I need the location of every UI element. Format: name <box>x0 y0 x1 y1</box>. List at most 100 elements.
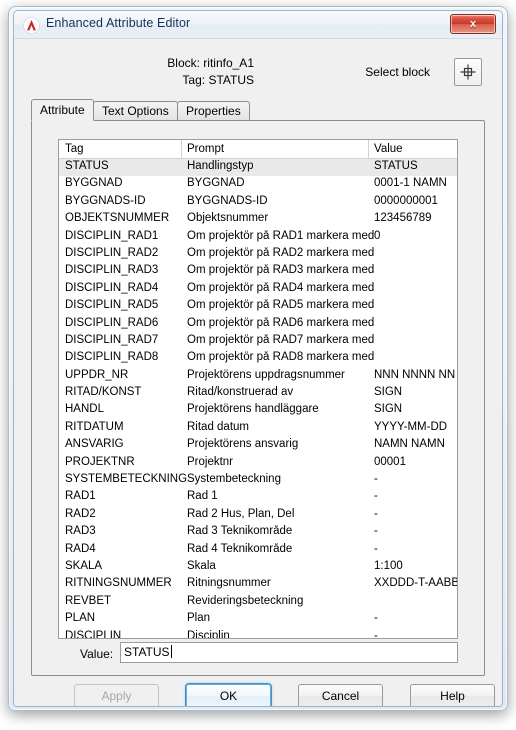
cell-value: - <box>374 507 378 520</box>
cell-value: 123456789 <box>374 212 432 225</box>
cell-tag: RITAD/KONST <box>65 386 142 399</box>
cell-value: XXDDD-T-AABBCCC <box>374 577 457 590</box>
cell-tag: OBJEKTSNUMMER <box>65 212 170 225</box>
close-icon[interactable]: x <box>450 14 496 34</box>
cell-tag: DISCIPLIN_RAD3 <box>65 264 159 277</box>
block-name-label: Block: ritinfo_A1 <box>167 56 254 70</box>
dialog-client-area: Block: ritinfo_A1 Tag: STATUS Select blo… <box>14 39 502 706</box>
cell-prompt: Rad 4 Teknikområde <box>187 542 293 555</box>
block-info: Block: ritinfo_A1 Tag: STATUS <box>24 55 254 89</box>
table-row[interactable]: PROJEKTNR Projektnr 00001 <box>59 455 457 472</box>
table-row[interactable]: DISCIPLIN_RAD1 Om projektör på RAD1 marke… <box>59 229 457 246</box>
cell-value: - <box>374 542 378 555</box>
table-row[interactable]: ANSVARIG Projektörens ansvarig NAMN NAMN <box>59 437 457 454</box>
cell-tag: DISCIPLIN_RAD8 <box>65 351 159 364</box>
cell-prompt: BYGGNADS-ID <box>187 194 268 207</box>
cell-value: SIGN <box>374 403 403 416</box>
table-row[interactable]: RAD2 Rad 2 Hus, Plan, Del - <box>59 507 457 524</box>
table-row[interactable]: STATUS Handlingstyp STATUS <box>59 159 457 177</box>
cell-prompt: Rad 1 <box>187 490 218 503</box>
table-row[interactable]: DISCIPLIN_RAD4 Om projektör på RAD4 marke… <box>59 281 457 298</box>
autocad-a-logo-icon <box>23 17 40 34</box>
column-separator[interactable] <box>181 140 182 159</box>
grid-body: STATUS Handlingstyp STATUS BYGGNAD BYGGNAD 00… <box>59 159 457 639</box>
cell-value: SIGN <box>374 386 403 399</box>
cell-value: - <box>374 525 378 538</box>
cell-tag: PLAN <box>65 612 96 625</box>
table-row[interactable]: BYGGNADS-ID BYGGNADS-ID 0000000001 <box>59 194 457 211</box>
cell-prompt: Projektörens uppdragsnummer <box>187 368 345 381</box>
window-title: Enhanced Attribute Editor <box>46 16 191 30</box>
cell-prompt: Om projektör på RAD2 markera med 0 <box>187 246 377 259</box>
cell-tag: SYSTEMBETECKNING <box>65 473 188 486</box>
table-row[interactable]: PLAN Plan - <box>59 611 457 628</box>
value-input[interactable]: STATUS <box>120 642 458 663</box>
cell-tag: DISCIPLIN_RAD2 <box>65 246 159 259</box>
cell-prompt: Om projektör på RAD4 markera med 0 <box>187 281 377 294</box>
cell-value: YYYY-MM-DD <box>374 420 448 433</box>
table-row[interactable]: RITNINGSNUMMER Ritningsnummer XXDDD-T-AABB… <box>59 576 457 593</box>
apply-button[interactable]: Apply <box>74 684 159 706</box>
cell-prompt: Revideringsbeteckning <box>187 594 304 607</box>
table-row[interactable]: SKALA Skala 1:100 <box>59 559 457 576</box>
cell-value: 00001 <box>374 455 406 468</box>
help-button[interactable]: Help <box>410 684 495 706</box>
table-row[interactable]: RITDATUM Ritad datum YYYY-MM-DD <box>59 420 457 437</box>
cell-prompt: Om projektör på RAD1 markera med 0 <box>187 229 377 242</box>
cancel-button[interactable]: Cancel <box>298 684 383 706</box>
table-row[interactable]: DISCIPLIN_RAD2 Om projektör på RAD2 marke… <box>59 246 457 263</box>
table-row[interactable]: DISCIPLIN Disciplin - <box>59 629 457 639</box>
tab-strip: Attribute Text Options Properties <box>31 99 485 121</box>
cell-prompt: Projektnr <box>187 455 234 468</box>
table-row[interactable]: DISCIPLIN_RAD3 Om projektör på RAD3 marke… <box>59 263 457 280</box>
cell-prompt: Om projektör på RAD7 markera med 0 <box>187 333 377 346</box>
tab-attribute[interactable]: Attribute <box>31 99 94 121</box>
table-row[interactable]: BYGGNAD BYGGNAD 0001-1 NAMN <box>59 176 457 193</box>
table-row[interactable]: DISCIPLIN_RAD7 Om projektör på RAD7 marke… <box>59 333 457 350</box>
cell-tag: RAD1 <box>65 490 96 503</box>
table-row[interactable]: UPPDR_NR Projektörens uppdragsnummer NNN N… <box>59 368 457 385</box>
cell-value: - <box>374 629 378 639</box>
column-header-prompt[interactable]: Prompt <box>187 143 224 155</box>
column-header-tag[interactable]: Tag <box>65 143 84 155</box>
table-row[interactable]: SYSTEMBETECKNING Systembeteckning - <box>59 472 457 489</box>
cell-tag: DISCIPLIN <box>65 629 122 639</box>
ok-button[interactable]: OK <box>186 684 271 706</box>
attribute-grid[interactable]: Tag Prompt Value STATUS Handlingstyp STATUS B… <box>58 139 458 639</box>
cell-tag: RITNINGSNUMMER <box>65 577 172 590</box>
cell-prompt: Om projektör på RAD6 markera med 0 <box>187 316 377 329</box>
table-row[interactable]: DISCIPLIN_RAD6 Om projektör på RAD6 marke… <box>59 316 457 333</box>
cell-tag: RAD4 <box>65 542 96 555</box>
cell-tag: SKALA <box>65 559 103 572</box>
cell-prompt: Handlingstyp <box>187 160 254 172</box>
cell-tag: RITDATUM <box>65 420 124 433</box>
table-row[interactable]: DISCIPLIN_RAD8 Om projektör på RAD8 marke… <box>59 350 457 367</box>
cell-value: - <box>374 490 378 503</box>
column-separator[interactable] <box>368 140 369 159</box>
dialog-window: Enhanced Attribute Editor x Block: ritin… <box>8 6 508 711</box>
table-row[interactable]: OBJEKTSNUMMER Objektsnummer 123456789 <box>59 211 457 228</box>
tab-text-options[interactable]: Text Options <box>93 101 178 121</box>
cell-tag: RAD3 <box>65 525 96 538</box>
table-row[interactable]: RAD3 Rad 3 Teknikområde - <box>59 524 457 541</box>
select-block-button[interactable] <box>454 58 482 86</box>
table-row[interactable]: DISCIPLIN_RAD5 Om projektör på RAD5 marke… <box>59 298 457 315</box>
table-row[interactable]: RITAD/KONST Ritad/konstruerad av SIGN <box>59 385 457 402</box>
cell-prompt: BYGGNAD <box>187 177 245 190</box>
cell-prompt: Disciplin <box>187 629 230 639</box>
cell-prompt: Plan <box>187 612 211 625</box>
table-row[interactable]: RAD1 Rad 1 - <box>59 489 457 506</box>
tag-name-label: Tag: STATUS <box>182 73 254 87</box>
cell-prompt: Om projektör på RAD3 markera med 0 <box>187 264 377 277</box>
table-row[interactable]: HANDL Projektörens handläggare SIGN <box>59 402 457 419</box>
cell-value: 0000000001 <box>374 194 438 207</box>
column-header-value[interactable]: Value <box>374 143 403 155</box>
cell-tag: BYGGNAD <box>65 177 123 190</box>
tab-properties[interactable]: Properties <box>177 101 250 121</box>
table-row[interactable]: REVBET Revideringsbeteckning <box>59 594 457 611</box>
table-row[interactable]: RAD4 Rad 4 Teknikområde - <box>59 542 457 559</box>
cell-tag: RAD2 <box>65 507 96 520</box>
cell-prompt: Projektörens ansvarig <box>187 438 299 451</box>
title-bar[interactable]: Enhanced Attribute Editor x <box>14 11 502 39</box>
cell-value: 0001-1 NAMN <box>374 177 447 190</box>
